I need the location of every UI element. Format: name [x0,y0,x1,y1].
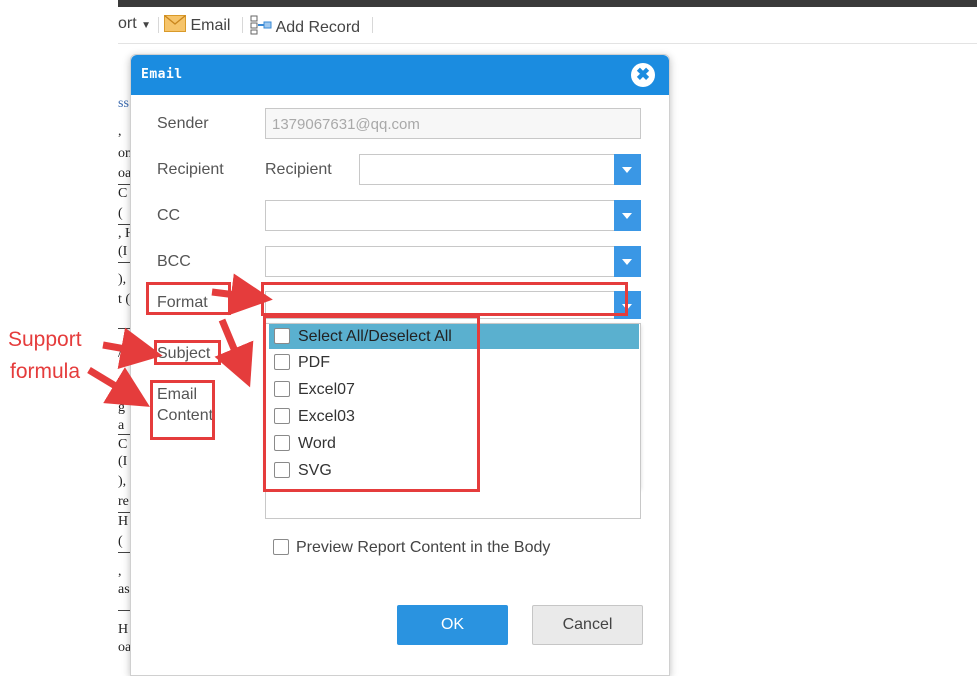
add-record-button[interactable]: Add Record [250,15,360,37]
annotation-support-line: Support [8,328,82,351]
bcc-label: BCC [157,253,191,270]
bg-cell: ), [118,272,127,287]
annotation-formula-line: formula [10,360,81,383]
add-record-icon [250,15,272,35]
preview-label: Preview Report Content in the Body [296,539,551,556]
bcc-select[interactable] [265,246,641,277]
bg-cell: , H [118,226,130,241]
chevron-down-icon[interactable] [614,200,641,231]
recipient-select[interactable] [359,154,641,185]
bg-cell: t ( [118,292,130,307]
toolbar-divider [158,17,159,33]
dialog-header: Email ✖ [131,55,669,95]
window-top-strip [118,0,977,7]
bg-cell: re [118,494,129,509]
report-toolbar: ort ▼ Email Add Record [118,7,977,44]
bg-cell: ( [118,534,123,549]
envelope-icon [164,14,186,32]
ok-button[interactable]: OK [397,605,508,645]
recipient-sub-label: Recipient [265,161,332,178]
bg-rule [118,184,130,185]
sender-value: 1379067631@qq.com [272,116,420,133]
email-button-label: Email [190,17,231,34]
format-field-highlight [261,282,628,316]
bg-cell: ss [118,96,129,111]
bg-rule [118,512,130,513]
sender-label: Sender [157,115,209,132]
background-report-strip: ss , om oa C ( , H (I ), t ( /u g a C (I… [118,44,130,658]
export-menu[interactable]: ort ▼ [118,15,151,33]
caret-down-icon: ▼ [141,20,152,31]
cc-label: CC [157,207,181,224]
bg-cell: C [118,437,128,452]
bg-cell: (I [118,454,128,469]
bg-rule [118,434,130,435]
bg-rule [118,262,130,263]
bg-cell: , [118,124,122,139]
bg-cell: om [118,146,130,161]
bg-cell: oa [118,166,130,181]
bg-rule [118,378,130,379]
chevron-down-icon[interactable] [614,246,641,277]
bg-cell: H [118,514,129,529]
bg-cell: oa [118,640,130,655]
add-record-label: Add Record [275,19,361,36]
bg-cell: ), [118,474,127,489]
bg-rule [118,224,130,225]
format-options-highlight [263,315,480,492]
bg-cell: a [118,418,125,433]
bg-cell: C [118,186,128,201]
bg-rule [118,328,130,329]
bg-rule [118,610,130,611]
preview-checkbox[interactable] [273,539,289,555]
email-button[interactable]: Email [164,14,231,35]
bg-rule [118,552,130,553]
dialog-title: Email [141,67,183,82]
bg-cell: /u [118,346,129,361]
sender-field: 1379067631@qq.com [265,108,641,139]
toolbar-divider [242,17,243,33]
bg-cell: ( [118,206,123,221]
export-label: ort [118,15,137,32]
bg-cell: g [118,400,125,415]
bg-cell: H [118,622,129,637]
email-content-label-highlight [150,380,215,440]
close-icon[interactable]: ✖ [631,63,655,87]
cancel-button[interactable]: Cancel [532,605,643,645]
chevron-down-icon[interactable] [614,154,641,185]
bg-cell: , [118,564,122,579]
bg-cell: as [118,582,130,597]
format-label-highlight [146,282,231,315]
bg-cell: (I [118,244,128,259]
recipient-label: Recipient [157,161,224,178]
toolbar-divider [372,17,373,33]
cc-select[interactable] [265,200,641,231]
subject-label-highlight [154,340,221,365]
